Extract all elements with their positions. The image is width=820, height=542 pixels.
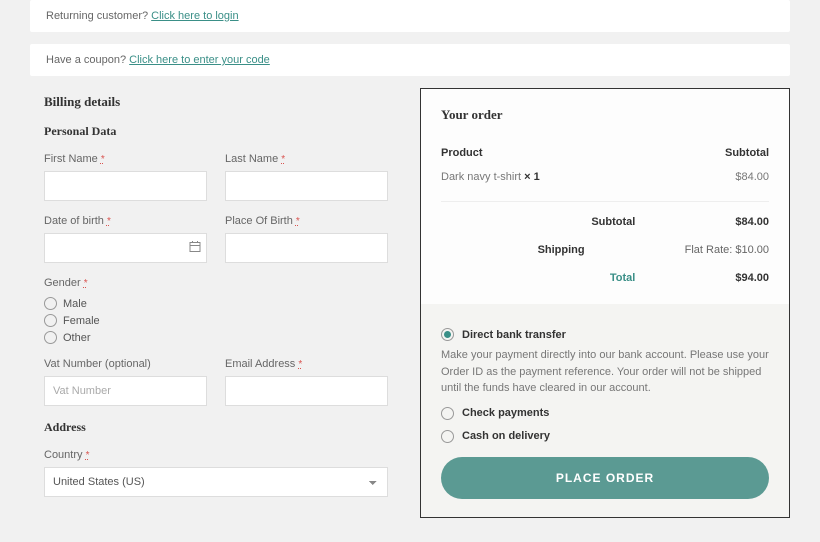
email-label: Email Address *: [225, 358, 388, 370]
order-item-row: Dark navy t-shirt × 1 $84.00: [441, 165, 769, 202]
personal-data-heading: Personal Data: [44, 124, 388, 139]
gender-female[interactable]: Female: [44, 314, 207, 327]
sum-total-label: Total: [441, 272, 635, 284]
pay-check[interactable]: Check payments: [441, 407, 769, 420]
col-subtotal: Subtotal: [725, 147, 769, 159]
last-name-input[interactable]: [225, 171, 388, 201]
address-heading: Address: [44, 420, 388, 435]
pob-input[interactable]: [225, 233, 388, 263]
place-order-button[interactable]: PLACE ORDER: [441, 457, 769, 499]
coupon-prefix: Have a coupon?: [46, 54, 129, 66]
billing-heading: Billing details: [44, 94, 388, 110]
pay-direct[interactable]: Direct bank transfer: [441, 328, 769, 341]
order-heading: Your order: [441, 107, 769, 123]
login-link[interactable]: Click here to login: [151, 10, 238, 22]
returning-prefix: Returning customer?: [46, 10, 151, 22]
dob-label: Date of birth *: [44, 215, 207, 227]
payment-methods: Direct bank transfer Make your payment d…: [421, 304, 789, 517]
returning-customer-notice: Returning customer? Click here to login: [30, 0, 790, 32]
first-name-label: First Name *: [44, 153, 207, 165]
gender-male[interactable]: Male: [44, 297, 207, 310]
vat-label: Vat Number (optional): [44, 358, 207, 370]
radio-icon: [44, 331, 57, 344]
col-product: Product: [441, 147, 483, 159]
coupon-link[interactable]: Click here to enter your code: [129, 54, 270, 66]
order-summary: Your order Product Subtotal Dark navy t-…: [420, 88, 790, 518]
radio-icon: [441, 407, 454, 420]
pay-direct-desc: Make your payment directly into our bank…: [441, 347, 769, 397]
country-label: Country *: [44, 449, 388, 461]
radio-icon: [441, 328, 454, 341]
gender-other[interactable]: Other: [44, 331, 207, 344]
pay-cod[interactable]: Cash on delivery: [441, 430, 769, 443]
first-name-input[interactable]: [44, 171, 207, 201]
last-name-label: Last Name *: [225, 153, 388, 165]
sum-shipping-value: Flat Rate: $10.00: [685, 244, 769, 256]
sum-subtotal-label: Subtotal: [441, 216, 635, 228]
sum-total-value: $94.00: [735, 272, 769, 284]
email-input[interactable]: [225, 376, 388, 406]
sum-shipping-label: Shipping: [441, 244, 585, 256]
radio-icon: [44, 297, 57, 310]
radio-icon: [441, 430, 454, 443]
billing-column: Billing details Personal Data First Name…: [30, 88, 402, 518]
pob-label: Place Of Birth *: [225, 215, 388, 227]
radio-icon: [44, 314, 57, 327]
vat-input[interactable]: [44, 376, 207, 406]
country-select[interactable]: United States (US): [44, 467, 388, 497]
sum-subtotal-value: $84.00: [735, 216, 769, 228]
dob-input[interactable]: [44, 233, 207, 263]
gender-label: Gender *: [44, 277, 207, 289]
coupon-notice: Have a coupon? Click here to enter your …: [30, 44, 790, 76]
